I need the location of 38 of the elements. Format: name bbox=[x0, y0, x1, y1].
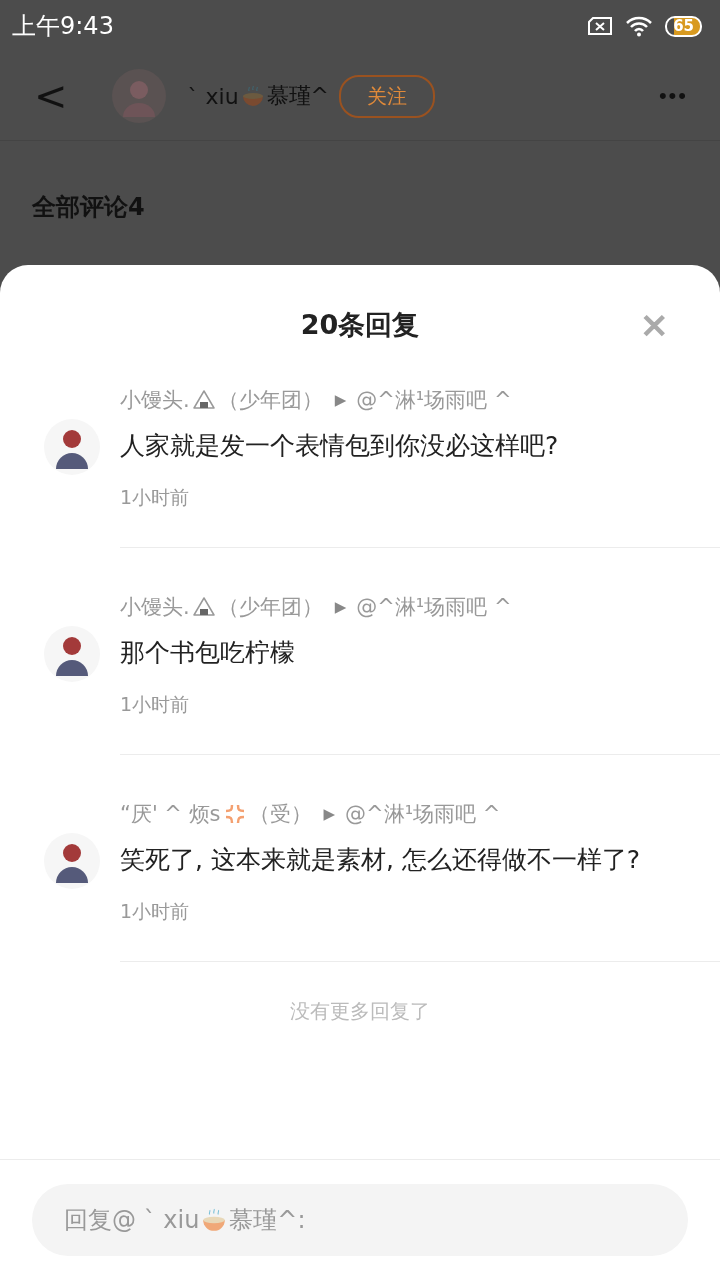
author-name[interactable]: 小馒头. bbox=[120, 386, 190, 414]
author-name[interactable]: 小馒头. bbox=[120, 593, 190, 621]
wifi-icon bbox=[625, 15, 654, 37]
reply-field[interactable]: 回复@ ` xiu 慕瑾^: bbox=[32, 1184, 688, 1256]
comment-time: 1小时前 bbox=[120, 693, 190, 715]
reply-target[interactable]: @^淋¹场雨吧 ^ bbox=[356, 386, 512, 414]
avatar-icon bbox=[111, 69, 166, 123]
back-button[interactable]: < bbox=[30, 73, 72, 119]
status-time: 上午9:43 bbox=[12, 11, 114, 42]
follow-button[interactable]: 关注 bbox=[339, 74, 436, 118]
avatar-icon bbox=[44, 626, 100, 682]
reply-arrow: ▶ bbox=[334, 391, 347, 409]
reply-arrow: ▶ bbox=[334, 598, 347, 616]
more-button[interactable]: ••• bbox=[652, 82, 694, 110]
author-tag: （少年团） bbox=[217, 386, 323, 414]
end-note: 没有更多回复了 bbox=[290, 999, 430, 1023]
user-name: 慕瑾^ bbox=[266, 82, 330, 110]
author-name[interactable]: “厌' ^ 烦s bbox=[120, 800, 221, 828]
author-tag: （少年团） bbox=[217, 593, 323, 621]
comment-text: 笑死了, 这本来就是素材, 怎么还得做不一样了? bbox=[120, 844, 642, 876]
reply-target[interactable]: @^淋¹场雨吧 ^ bbox=[356, 593, 512, 621]
avatar-icon bbox=[44, 419, 100, 475]
comment-time: 1小时前 bbox=[120, 900, 190, 922]
battery-indicator: 65 bbox=[665, 15, 702, 37]
section-title: 全部评论4 bbox=[32, 193, 145, 221]
reply-arrow: ▶ bbox=[323, 805, 336, 823]
avatar-icon bbox=[44, 833, 100, 889]
noodle-bowl-icon bbox=[201, 1207, 228, 1233]
author-tag: （受） bbox=[248, 800, 312, 828]
user-name: ` xiu bbox=[187, 83, 239, 109]
no-sim-icon bbox=[587, 16, 614, 36]
noodle-bowl-icon bbox=[240, 84, 265, 108]
reply-target[interactable]: @^淋¹场雨吧 ^ bbox=[345, 800, 501, 828]
comment-text: 人家就是发一个表情包到你没必这样吧? bbox=[120, 430, 560, 462]
sheet-title: 20条回复 bbox=[300, 308, 420, 342]
comment-text: 那个书包吃柠檬 bbox=[120, 637, 296, 669]
close-button[interactable]: ✕ bbox=[634, 305, 674, 347]
comment-time: 1小时前 bbox=[120, 486, 190, 508]
